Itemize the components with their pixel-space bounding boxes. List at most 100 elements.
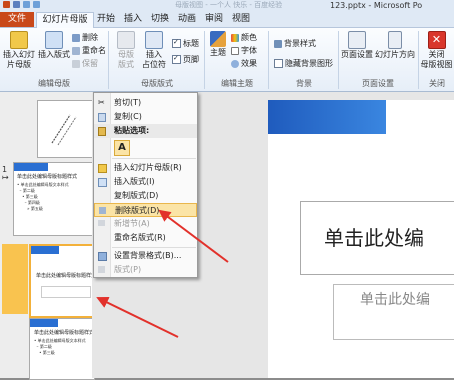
themes-button[interactable]: 主题 (207, 31, 229, 58)
tab-transitions[interactable]: 切换 (148, 12, 172, 27)
tab-animations[interactable]: 动画 (175, 12, 199, 27)
menu-item-copy[interactable]: 复制(C) (94, 110, 197, 124)
menu-item-add-section[interactable]: 新增节(A) (94, 217, 197, 231)
menu-item-label: 复制(C) (114, 112, 142, 121)
group-label-close: 关闭 (429, 79, 445, 88)
thumbnail-art (51, 114, 77, 146)
menu-item-cut[interactable]: ✂ 剪切(T) (94, 96, 197, 110)
title-faded: 母版视图 - 一个人 快乐 - 百度经验 (175, 1, 283, 9)
menu-item-label: 复制版式(D) (114, 191, 159, 200)
fonts-button[interactable]: 字体 (231, 45, 257, 56)
thumbnail-body: • 单击此处编辑母版文本样式 – 第二级 • 第三级 (34, 338, 86, 355)
thumbnail-slide-2-selected[interactable]: 单击此处编辑母版标题样式 (29, 244, 97, 318)
slide-master-icon (10, 31, 28, 49)
rename-label: 重命名 (82, 46, 106, 55)
thumbnail-subtitle-box (41, 286, 91, 298)
tab-review[interactable]: 审阅 (202, 12, 226, 27)
colors-button[interactable]: 颜色 (231, 32, 257, 43)
close-master-view-label: 关闭 母版视图 (420, 50, 453, 69)
menu-item-delete-layout[interactable]: 删除版式(D) (94, 203, 197, 217)
thumbnail-slide-3[interactable]: 单击此处编辑母版标题样式 • 单击此处编辑母版文本样式 – 第二级 • 第三级 (29, 318, 95, 380)
quick-access-toolbar (3, 1, 40, 10)
menu-item-duplicate-layout[interactable]: 复制版式(D) (94, 189, 197, 203)
master-layout-icon (117, 31, 135, 49)
footer-checkbox-box[interactable] (172, 53, 181, 64)
placeholder-icon (145, 31, 163, 49)
tab-file[interactable]: 文件 (0, 12, 34, 27)
paste-keep-text-button[interactable]: A (114, 140, 130, 156)
title-checkbox[interactable]: 标题 (172, 37, 199, 49)
hide-background-checkbox[interactable]: 隐藏背景图形 (274, 58, 333, 69)
delete-label: 删除 (82, 33, 98, 42)
undo-icon[interactable] (23, 1, 30, 8)
window-title: 123.pptx - Microsoft Po (330, 1, 423, 10)
insert-placeholder-label: 插入 占位符 (142, 50, 166, 69)
thumbnail-body: • 单击此处编辑母版文本样式 – 第二级 • 第三级 – 第四级 » 第五级 (17, 182, 69, 211)
thumbnail-title: 单击此处编辑母版标题样式 (36, 273, 97, 279)
page-setup-button[interactable]: 页面设置 (340, 31, 374, 60)
preserve-button[interactable]: 保留 (72, 58, 98, 69)
preserve-label: 保留 (82, 59, 98, 68)
insert-layout-label: 插入版式 (38, 50, 70, 59)
tab-view[interactable]: 视图 (229, 12, 253, 27)
app-icon[interactable] (3, 1, 10, 8)
scissors-icon: ✂ (98, 98, 105, 107)
thumbnail-slide-1[interactable]: 单击此处编辑母版标题样式 • 单击此处编辑母版文本样式 – 第二级 • 第三级 … (13, 162, 95, 236)
group-label-edit-theme: 编辑主题 (221, 79, 253, 88)
menu-item-insert-slide-master[interactable]: 插入幻灯片母版(R) (94, 161, 197, 175)
layout-icon (45, 31, 63, 49)
insert-slide-master-label: 插入幻灯 片母版 (3, 50, 35, 69)
tab-insert[interactable]: 插入 (121, 12, 145, 27)
selected-marker (2, 244, 28, 314)
slide-orientation-label: 幻灯片方向 (375, 50, 415, 59)
thumbnail-accent (14, 163, 48, 171)
menu-item-label: 重命名版式(R) (114, 233, 166, 242)
slide-accent-bar (268, 100, 386, 134)
thumbnail-accent (30, 319, 58, 327)
hide-background-checkbox-box[interactable] (274, 59, 283, 68)
menu-item-format-background[interactable]: 设置背景格式(B)... (94, 249, 197, 263)
menu-item-label: 版式(P) (114, 265, 142, 274)
group-separator (108, 31, 109, 89)
menu-item-insert-layout[interactable]: 插入版式(I) (94, 175, 197, 189)
delete-button[interactable]: 删除 (72, 32, 98, 43)
fonts-icon (231, 46, 239, 55)
background-styles-button[interactable]: 背景样式 (274, 38, 316, 49)
footer-checkbox-label: 页脚 (183, 55, 199, 64)
thumbnail-accent (31, 246, 59, 254)
thumbnail-master[interactable] (37, 100, 95, 158)
effects-icon (231, 59, 239, 68)
thumbnail-connector-icon: ↦ (2, 173, 9, 182)
rename-button[interactable]: 重命名 (72, 45, 106, 56)
insert-layout-button[interactable]: 插入版式 (38, 31, 70, 60)
master-layout-button[interactable]: 母版 版式 (112, 31, 140, 70)
insert-placeholder-button[interactable]: 插入 占位符 (140, 31, 168, 70)
effects-button[interactable]: 效果 (231, 58, 257, 69)
slide-orientation-button[interactable]: 幻灯片方向 (375, 31, 415, 60)
tab-home[interactable]: 开始 (94, 12, 118, 27)
close-master-view-button[interactable]: ✕ 关闭 母版视图 (419, 31, 454, 70)
footer-checkbox[interactable]: 页脚 (172, 53, 199, 65)
menu-item-rename-layout[interactable]: 重命名版式(R) (94, 231, 197, 245)
subtitle-placeholder-text: 单击此处编 (360, 292, 430, 308)
colors-label: 颜色 (241, 33, 257, 42)
redo-icon[interactable] (33, 1, 40, 8)
save-icon[interactable] (13, 1, 20, 8)
title-checkbox-box[interactable] (172, 37, 181, 48)
layout-menu-icon (98, 266, 105, 273)
tab-slide-master[interactable]: 幻灯片母版 (36, 12, 94, 28)
context-menu: ✂ 剪切(T) 复制(C) 粘贴选项: A 插入幻灯片母版(R) 插入版式(I)… (93, 92, 198, 278)
group-separator (338, 31, 339, 89)
menu-item-label: 粘贴选项: (114, 126, 150, 135)
group-label-master-layout: 母版版式 (141, 79, 173, 88)
group-label-edit-master: 编辑母版 (38, 79, 70, 88)
layout-icon (98, 178, 107, 187)
page-setup-icon (348, 31, 366, 49)
colors-icon (231, 33, 239, 42)
menu-item-paste-options: 粘贴选项: (94, 124, 197, 138)
menu-item-layout[interactable]: 版式(P) (94, 263, 197, 277)
menu-item-label: 删除版式(D) (115, 206, 160, 215)
insert-slide-master-button[interactable]: 插入幻灯 片母版 (2, 31, 36, 70)
group-label-background: 背景 (296, 79, 312, 88)
menu-item-label: 设置背景格式(B)... (114, 251, 182, 260)
